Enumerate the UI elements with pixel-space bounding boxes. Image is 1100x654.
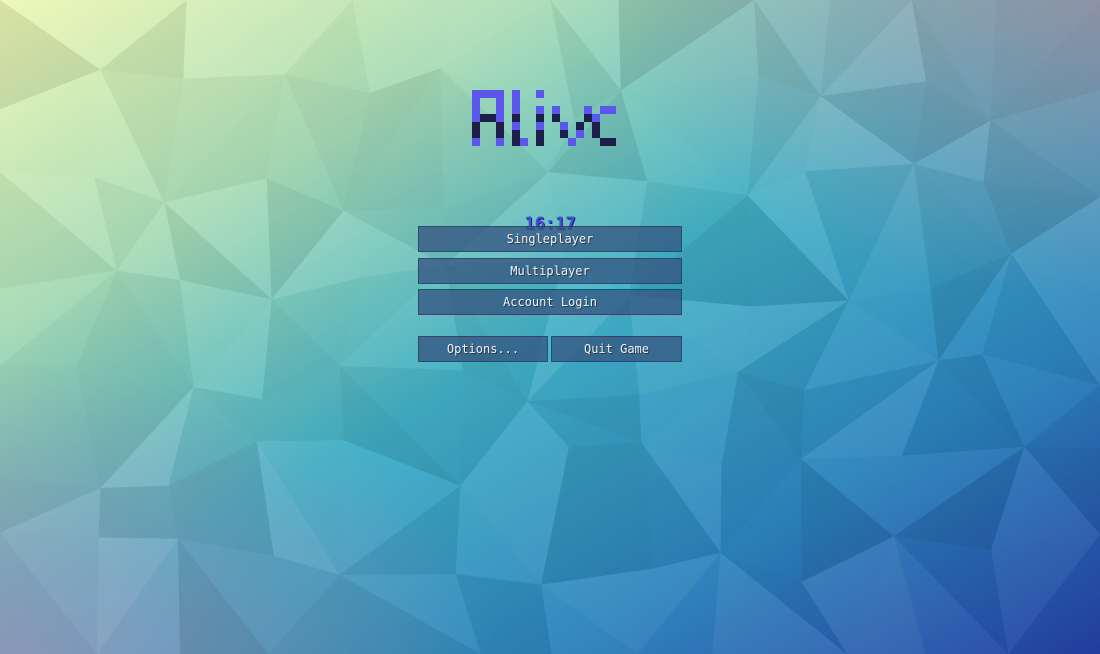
quit-game-button[interactable]: Quit Game xyxy=(551,336,682,362)
logo-pixel xyxy=(576,122,584,130)
logo-pixel xyxy=(472,90,480,98)
logo-pixel xyxy=(560,130,568,138)
logo-pixel xyxy=(600,138,608,146)
logo-pixel xyxy=(536,90,544,98)
logo-pixel xyxy=(584,106,592,114)
logo-pixel xyxy=(600,106,608,114)
logo-pixel xyxy=(488,90,496,98)
logo-pixel xyxy=(472,122,480,130)
logo-pixel xyxy=(576,130,584,138)
logo-pixel xyxy=(496,138,504,146)
logo-pixel xyxy=(512,106,520,114)
logo-pixel xyxy=(536,122,544,130)
logo-pixel xyxy=(472,130,480,138)
logo-pixel xyxy=(512,90,520,98)
logo-pixel xyxy=(496,122,504,130)
logo-pixel xyxy=(496,106,504,114)
logo-pixel xyxy=(592,130,600,138)
logo-pixel xyxy=(584,114,592,122)
logo-pixel xyxy=(592,114,600,122)
logo-pixel xyxy=(536,130,544,138)
logo-pixel xyxy=(552,106,560,114)
singleplayer-button[interactable]: Singleplayer xyxy=(418,226,682,252)
logo-pixel xyxy=(536,114,544,122)
logo-pixel xyxy=(536,138,544,146)
logo-pixel xyxy=(480,114,488,122)
logo-pixel xyxy=(608,106,616,114)
logo-pixel xyxy=(608,138,616,146)
logo-pixel xyxy=(472,98,480,106)
logo-pixel xyxy=(472,138,480,146)
logo-pixel xyxy=(536,106,544,114)
logo-pixel xyxy=(488,114,496,122)
multiplayer-button[interactable]: Multiplayer xyxy=(418,258,682,284)
alive-logo xyxy=(472,90,616,146)
logo-pixel xyxy=(496,90,504,98)
logo-pixel xyxy=(512,114,520,122)
account-login-button[interactable]: Account Login xyxy=(418,289,682,315)
logo-pixel xyxy=(512,130,520,138)
options-button[interactable]: Options... xyxy=(418,336,548,362)
logo-pixel xyxy=(472,106,480,114)
logo-pixel xyxy=(512,138,520,146)
logo-pixel xyxy=(512,122,520,130)
logo-pixel xyxy=(568,138,576,146)
logo-pixel xyxy=(496,98,504,106)
logo-pixel xyxy=(480,90,488,98)
logo-pixel xyxy=(552,114,560,122)
logo-pixel xyxy=(472,114,480,122)
logo-pixel xyxy=(512,98,520,106)
logo-pixel xyxy=(496,130,504,138)
logo-pixel xyxy=(560,122,568,130)
logo-pixel xyxy=(496,114,504,122)
logo-pixel xyxy=(520,138,528,146)
logo-pixel xyxy=(592,122,600,130)
